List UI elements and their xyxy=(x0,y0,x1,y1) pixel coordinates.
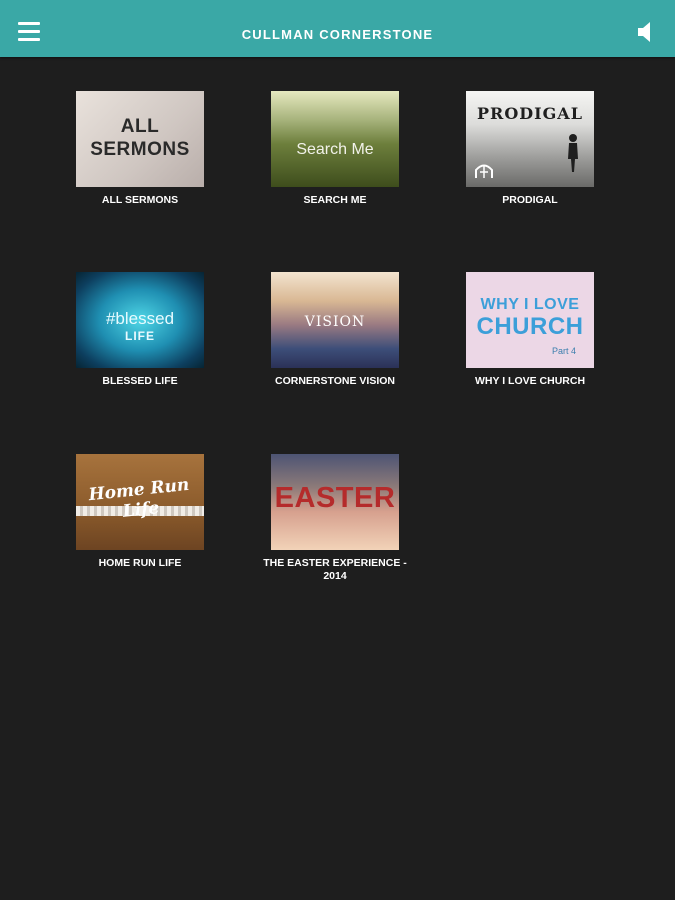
thumbnail-text: ALL SERMONS xyxy=(90,116,190,160)
sermon-thumbnail: Search Me xyxy=(271,91,399,187)
sermon-label: SEARCH ME xyxy=(303,194,367,206)
sermon-label: CORNERSTONE VISION xyxy=(275,375,395,387)
app-bar: CULLMAN CORNERSTONE xyxy=(0,0,675,57)
thumbnail-text: VISION xyxy=(304,314,366,330)
app-title: CULLMAN CORNERSTONE xyxy=(241,27,434,42)
sermon-tile-easter-experience[interactable]: EASTER THE EASTER EXPERIENCE - 2014 xyxy=(260,454,410,583)
sermon-thumbnail: VISION xyxy=(271,272,399,368)
sermon-thumbnail: ALL SERMONS xyxy=(76,91,204,187)
thumbnail-subtext: Part 4 xyxy=(551,346,576,356)
thumbnail-text: #blessed xyxy=(105,309,175,328)
sermon-tile-blessed-life[interactable]: #blessed LIFE BLESSED LIFE xyxy=(65,272,215,388)
figure-silhouette-icon xyxy=(568,134,578,172)
sermon-label: THE EASTER EXPERIENCE - 2014 xyxy=(263,557,407,582)
thumbnail-text: WHY I LOVE xyxy=(480,296,580,313)
sermon-thumbnail: WHY I LOVE CHURCH Part 4 xyxy=(466,272,594,368)
sermon-label: BLESSED LIFE xyxy=(102,375,178,387)
thumbnail-text: CHURCH xyxy=(476,313,584,340)
sermon-tile-home-run-life[interactable]: Home Run Life HOME RUN LIFE xyxy=(65,454,215,570)
thumbnail-text: Search Me xyxy=(296,141,374,158)
sermon-tile-prodigal[interactable]: PRODIGAL PRODIGAL xyxy=(455,91,605,207)
thumbnail-text: EASTER xyxy=(274,482,396,514)
sermon-tile-all-sermons[interactable]: ALL SERMONS ALL SERMONS xyxy=(65,91,215,207)
sermon-thumbnail: Home Run Life xyxy=(76,454,204,550)
sermon-thumbnail: PRODIGAL xyxy=(466,91,594,187)
sermon-label: WHY I LOVE CHURCH xyxy=(474,375,586,387)
speaker-icon[interactable] xyxy=(636,20,656,44)
sermon-tile-why-i-love-church[interactable]: WHY I LOVE CHURCH Part 4 WHY I LOVE CHUR… xyxy=(455,272,605,388)
sermon-label: HOME RUN LIFE xyxy=(98,557,182,569)
thumbnail-text: Home Run Life xyxy=(87,474,191,522)
sermon-label: ALL SERMONS xyxy=(101,194,179,206)
thumbnail-text: PRODIGAL xyxy=(477,104,583,123)
sermon-thumbnail: #blessed LIFE xyxy=(76,272,204,368)
church-logo-icon xyxy=(475,164,493,178)
sermon-label: PRODIGAL xyxy=(502,194,558,206)
sermon-thumbnail: EASTER xyxy=(271,454,399,550)
sermon-tile-cornerstone-vision[interactable]: VISION CORNERSTONE VISION xyxy=(260,272,410,388)
thumbnail-subtext: LIFE xyxy=(125,329,155,343)
sermon-tile-search-me[interactable]: Search Me SEARCH ME xyxy=(260,91,410,207)
